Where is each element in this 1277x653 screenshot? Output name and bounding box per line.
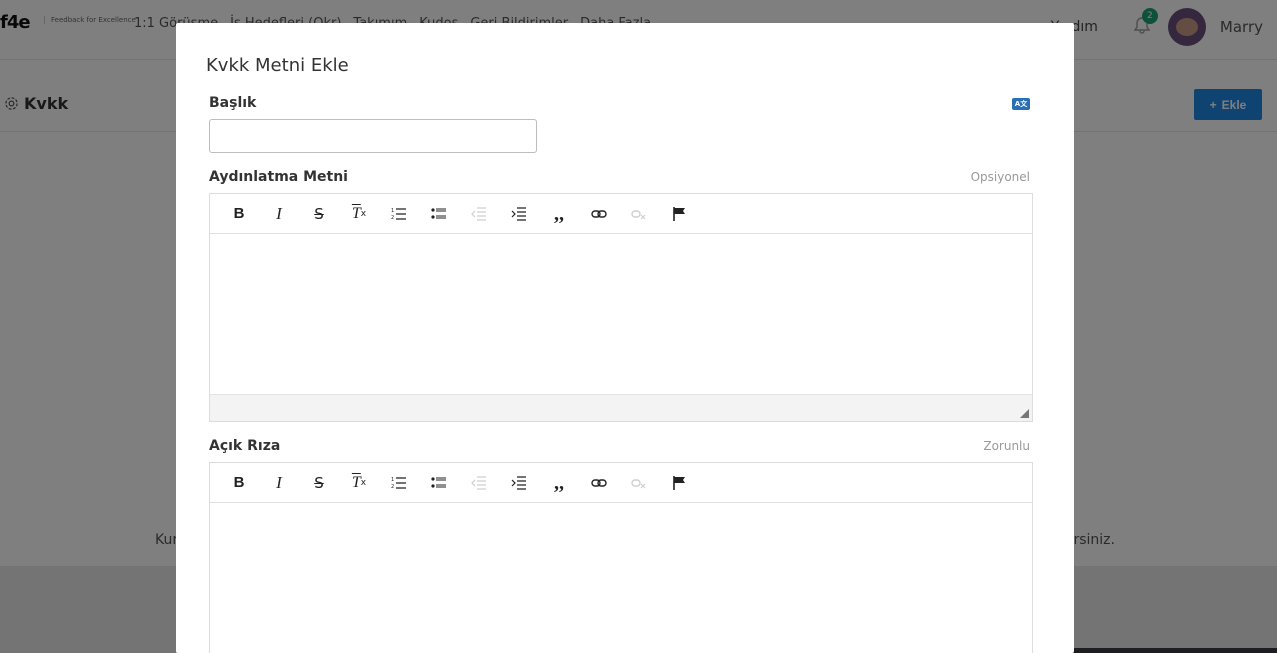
consent-editor-body[interactable]	[210, 503, 1032, 653]
disclosure-editor-body[interactable]	[210, 234, 1032, 394]
consent-hint: Zorunlu	[983, 439, 1030, 453]
blockquote-icon[interactable]: ,,	[539, 194, 579, 234]
kvkk-modal: Kvkk Metni Ekle Başlık A文 Aydınlatma Met…	[176, 23, 1074, 653]
indent-icon[interactable]	[499, 194, 539, 234]
svg-text:1: 1	[391, 477, 394, 483]
italic-icon[interactable]: I	[259, 194, 299, 234]
svg-text:2: 2	[391, 215, 394, 221]
italic-icon[interactable]: I	[259, 463, 299, 503]
disclosure-hint: Opsiyonel	[970, 170, 1030, 184]
disclosure-label: Aydınlatma Metni	[209, 169, 348, 185]
modal-title: Kvkk Metni Ekle	[206, 55, 349, 76]
resize-handle-icon[interactable]	[1020, 409, 1029, 418]
translate-icon[interactable]: A文	[1012, 98, 1030, 110]
editor-toolbar: B I S Tx 12 ,,	[210, 194, 1032, 234]
anchor-flag-icon[interactable]	[659, 463, 699, 503]
indent-icon[interactable]	[499, 463, 539, 503]
outdent-icon[interactable]	[459, 463, 499, 503]
numbered-list-icon[interactable]: 12	[379, 463, 419, 503]
bold-icon[interactable]: B	[219, 463, 259, 503]
link-icon[interactable]	[579, 463, 619, 503]
bold-icon[interactable]: B	[219, 194, 259, 234]
strike-icon[interactable]: S	[299, 194, 339, 234]
translate-icon-text: A文	[1014, 100, 1028, 108]
unlink-icon[interactable]	[619, 463, 659, 503]
anchor-flag-icon[interactable]	[659, 194, 699, 234]
unlink-icon[interactable]	[619, 194, 659, 234]
consent-editor: B I S Tx 12 ,,	[209, 462, 1033, 653]
svg-text:1: 1	[391, 208, 394, 214]
blockquote-icon[interactable]: ,,	[539, 463, 579, 503]
editor-toolbar: B I S Tx 12 ,,	[210, 463, 1032, 503]
remove-format-icon[interactable]: Tx	[339, 463, 379, 503]
editor-statusbar	[210, 394, 1032, 421]
title-field-label: Başlık	[209, 95, 257, 111]
strike-icon[interactable]: S	[299, 463, 339, 503]
link-icon[interactable]	[579, 194, 619, 234]
bulleted-list-icon[interactable]	[419, 194, 459, 234]
remove-format-icon[interactable]: Tx	[339, 194, 379, 234]
title-input[interactable]	[209, 119, 537, 153]
bulleted-list-icon[interactable]	[419, 463, 459, 503]
disclosure-editor: B I S Tx 12 ,,	[209, 193, 1033, 422]
consent-label: Açık Rıza	[209, 438, 281, 454]
numbered-list-icon[interactable]: 12	[379, 194, 419, 234]
svg-text:2: 2	[391, 484, 394, 490]
outdent-icon[interactable]	[459, 194, 499, 234]
